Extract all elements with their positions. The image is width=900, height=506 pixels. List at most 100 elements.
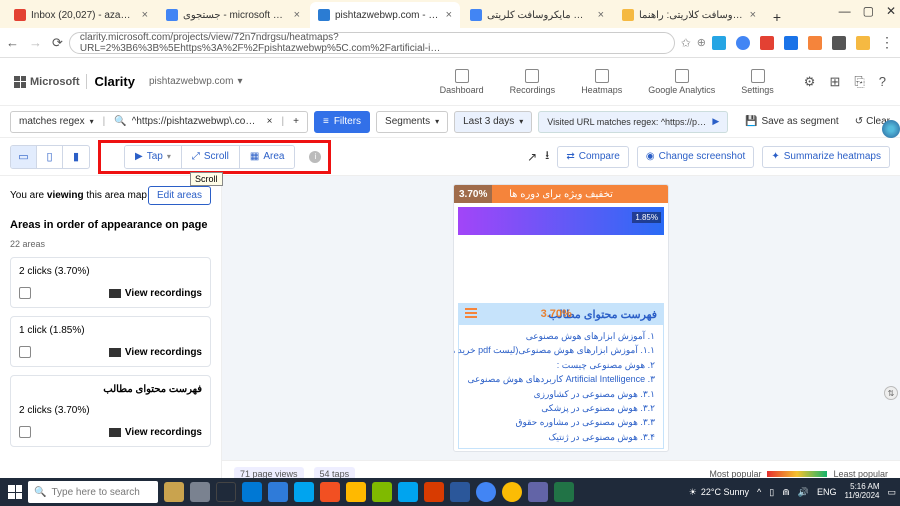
info-icon[interactable]: i [309, 151, 321, 163]
download-icon[interactable]: ⭳ [545, 146, 549, 167]
compare-button[interactable]: ⇄Compare [557, 146, 629, 168]
copy-icon[interactable] [19, 426, 31, 438]
save-segment-button[interactable]: 💾Save as segment [745, 116, 839, 127]
taskbar-icon[interactable] [528, 482, 548, 502]
lang-indicator[interactable]: ENG [817, 487, 837, 497]
taskbar-icon[interactable] [398, 482, 418, 502]
battery-icon[interactable]: ▯ [769, 487, 774, 498]
scroll-button[interactable]: ⤢Scroll [182, 146, 240, 168]
copy-icon[interactable] [19, 287, 31, 299]
tab-clarity[interactable]: pishtazwebwp.com - Clarity× [310, 2, 460, 28]
notifications-icon[interactable]: ▭ [887, 487, 896, 498]
volume-icon[interactable]: 🔊 [798, 487, 809, 498]
area-button[interactable]: ▦Area [240, 146, 295, 168]
link-icon[interactable]: ⚙ [804, 74, 816, 90]
taskbar-icon[interactable] [268, 482, 288, 502]
url-input[interactable]: clarity.microsoft.com/projects/view/72n7… [69, 32, 675, 54]
word-icon[interactable] [450, 482, 470, 502]
tab-gmail[interactable]: Inbox (20,027) - azadehese× [6, 2, 156, 28]
view-recordings-link[interactable]: View recordings [109, 427, 202, 438]
clock[interactable]: 5:16 AM11/9/2024 [844, 483, 879, 501]
chrome-icon[interactable] [476, 482, 496, 502]
tablet-view-button[interactable]: ▯ [37, 146, 63, 168]
maximize-icon[interactable]: ▢ [863, 4, 874, 18]
summarize-button[interactable]: ✦Summarize heatmaps [762, 146, 890, 168]
taskbar-icon[interactable] [372, 482, 392, 502]
taskbar-search[interactable]: 🔍Type here to search [28, 481, 158, 503]
nav-ga[interactable]: Google Analytics [648, 69, 715, 95]
ext-icon[interactable] [808, 36, 822, 50]
close-icon[interactable]: × [142, 9, 148, 21]
ext-icon[interactable] [712, 36, 726, 50]
explorer-icon[interactable] [346, 482, 366, 502]
gmail-icon [14, 9, 26, 21]
reload-icon[interactable]: ⟳ [52, 35, 63, 51]
project-dropdown[interactable]: pishtazwebwp.com▾ [149, 76, 243, 87]
wifi-icon[interactable]: ⋒ [782, 487, 790, 498]
chrome-icon[interactable] [502, 482, 522, 502]
nav-heatmaps[interactable]: Heatmaps [581, 69, 622, 95]
star-icon[interactable]: ✩ [681, 36, 691, 50]
back-icon[interactable]: ← [6, 35, 19, 50]
close-icon[interactable]: × [598, 9, 604, 21]
copy-icon[interactable] [19, 346, 31, 358]
taskbar-icon[interactable] [164, 482, 184, 502]
help-icon[interactable]: ? [879, 74, 886, 90]
search-url-icon[interactable]: ⊕ [697, 36, 706, 49]
copy-icon[interactable]: ⎘ [854, 74, 864, 90]
ext-icon[interactable] [760, 36, 774, 50]
taskbar-icon[interactable] [320, 482, 340, 502]
nav-recordings[interactable]: Recordings [510, 69, 556, 95]
tab-google[interactable]: جستجوی - microsoft clarity× [158, 2, 308, 28]
tap-button[interactable]: ▶Tap▾ [125, 146, 182, 168]
nav-settings[interactable]: Settings [741, 69, 774, 95]
area-card[interactable]: 2 clicks (3.70%) View recordings [10, 257, 211, 308]
menu-icon[interactable]: ⋮ [880, 34, 894, 51]
edit-areas-button[interactable]: Edit areas [148, 186, 211, 205]
start-button[interactable] [4, 481, 26, 503]
share-icon[interactable]: ↗ [527, 150, 537, 164]
scroll-handle[interactable]: ⇅ [884, 386, 898, 400]
mobile-view-button[interactable]: ▮ [63, 146, 89, 168]
filters-label: Filters [334, 116, 361, 127]
forward-icon[interactable]: → [29, 35, 42, 50]
new-tab-button[interactable]: + [766, 6, 788, 28]
taskbar-icon[interactable] [190, 482, 210, 502]
close-icon[interactable]: × [294, 9, 300, 21]
desktop-view-button[interactable]: ▭ [11, 146, 37, 168]
view-recordings-link[interactable]: View recordings [109, 288, 202, 299]
ext-icon[interactable] [736, 36, 750, 50]
taskbar-icon[interactable] [424, 482, 444, 502]
url-filter-pill[interactable]: Visited URL matches regex: ^https://pish… [538, 111, 728, 133]
tab-doc[interactable]: مایکروسافت کلاریتی: راهنما× [614, 2, 764, 28]
add-icon[interactable]: + [293, 116, 299, 127]
task-view-icon[interactable] [216, 482, 236, 502]
area-card[interactable]: 1 click (1.85%) View recordings [10, 316, 211, 367]
area-card[interactable]: فهرست محتوای مطالب 2 clicks (3.70%) View… [10, 375, 211, 447]
edge-icon[interactable] [294, 482, 314, 502]
page-preview[interactable]: 3.70% تخفیف ویژه برای دوره ها 1.85% 3.70… [453, 184, 669, 452]
tab-google-2[interactable]: آموزش مایکروسافت کلریتی× [462, 2, 612, 28]
segments-dropdown[interactable]: Segments▾ [376, 111, 448, 133]
taskbar-icon[interactable] [242, 482, 262, 502]
view-recordings-link[interactable]: View recordings [109, 347, 202, 358]
weather-widget[interactable]: ☀22°C Sunny [689, 487, 749, 498]
nav-dashboard[interactable]: Dashboard [440, 69, 484, 95]
close-icon[interactable]: × [446, 9, 452, 21]
ext-icon[interactable] [784, 36, 798, 50]
minimize-icon[interactable]: — [839, 4, 851, 18]
ext-icon[interactable] [832, 36, 846, 50]
taskbar-icon[interactable] [554, 482, 574, 502]
copilot-orb-icon[interactable] [882, 120, 900, 138]
match-pill[interactable]: matches regex▾ |🔍 ^https://pishtazwebwp\… [10, 111, 308, 133]
tray-chevron-icon[interactable]: ^ [757, 487, 761, 497]
close-icon[interactable]: × [750, 9, 756, 21]
card-sub: 2 clicks (3.70%) [19, 405, 202, 416]
change-screenshot-button[interactable]: ◉Change screenshot [637, 146, 754, 168]
ext-icon[interactable] [856, 36, 870, 50]
date-range[interactable]: Last 3 days▾ [454, 111, 532, 133]
filters-button[interactable]: ≡Filters [314, 111, 370, 133]
grid-icon[interactable]: ⊞ [829, 74, 840, 90]
close-window-icon[interactable]: ✕ [886, 4, 896, 18]
close-icon[interactable]: × [267, 116, 273, 127]
